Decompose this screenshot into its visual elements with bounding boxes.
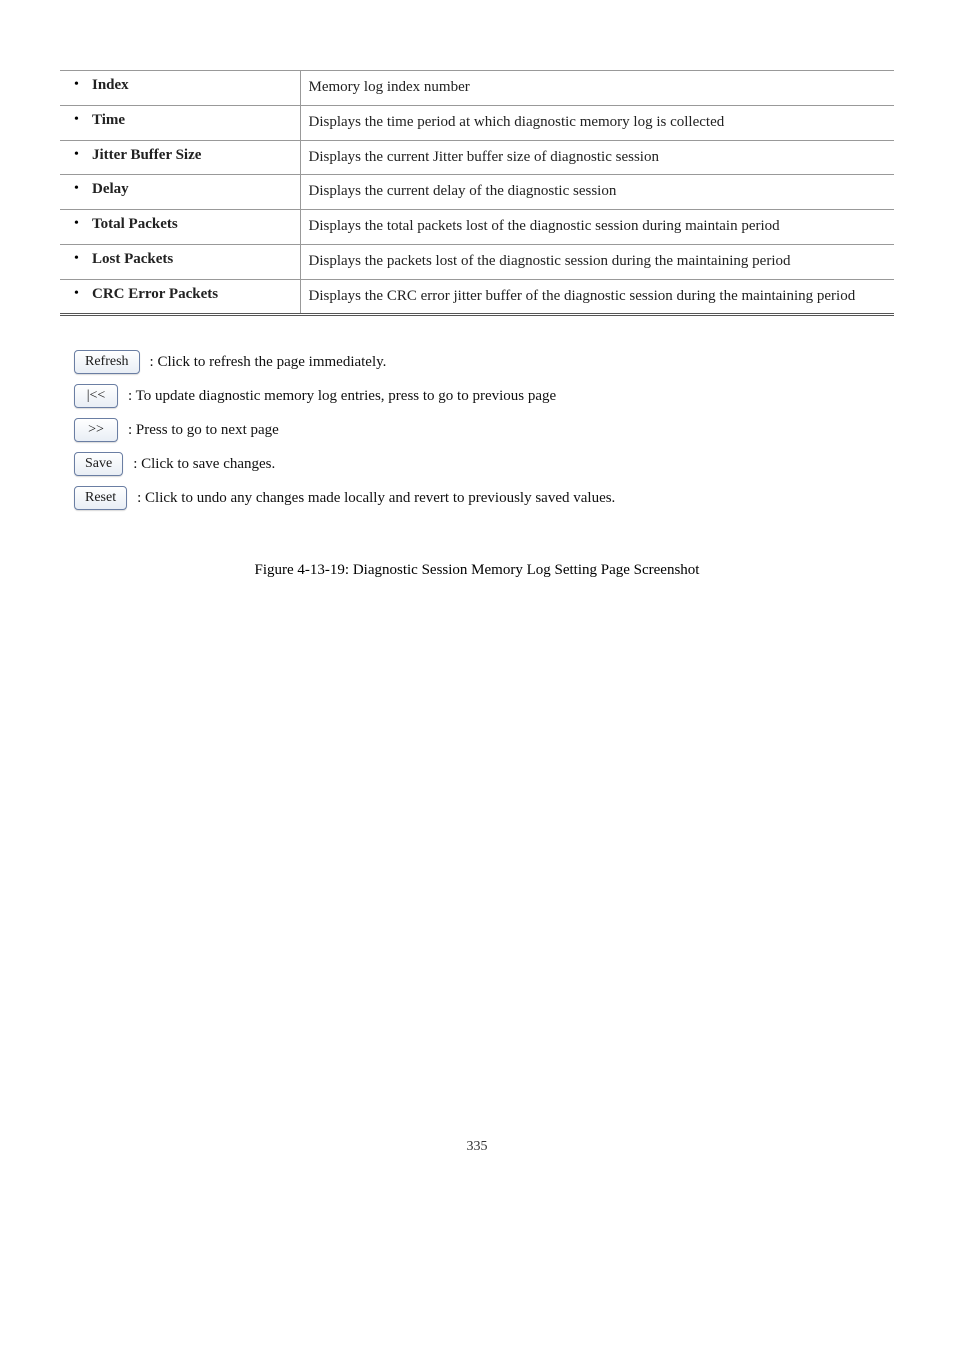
save-caption: : Click to save changes.: [133, 456, 275, 473]
prev-caption: : To update diagnostic memory log entrie…: [128, 388, 556, 405]
figure-caption: Figure 4-13-19: Diagnostic Session Memor…: [60, 562, 894, 579]
term-desc: Displays the total packets lost of the d…: [300, 210, 894, 245]
table-row: Delay Displays the current delay of the …: [60, 175, 894, 210]
prev-page-button[interactable]: |<<: [74, 384, 118, 408]
table-row: Jitter Buffer Size Displays the current …: [60, 140, 894, 175]
reset-caption: : Click to undo any changes made locally…: [137, 490, 615, 507]
term-label: Delay: [92, 181, 129, 197]
definition-table: Index Memory log index number Time Displ…: [60, 70, 894, 316]
table-row: Time Displays the time period at which d…: [60, 105, 894, 140]
table-row: Index Memory log index number: [60, 71, 894, 106]
next-page-button[interactable]: >>: [74, 418, 118, 442]
term-label: Lost Packets: [92, 251, 173, 267]
buttons-block: Refresh : Click to refresh the page imme…: [74, 350, 894, 510]
term-desc: Displays the time period at which diagno…: [300, 105, 894, 140]
term-desc: Memory log index number: [300, 71, 894, 106]
term-desc: Displays the current Jitter buffer size …: [300, 140, 894, 175]
term-label: Total Packets: [92, 216, 178, 232]
save-button[interactable]: Save: [74, 452, 123, 476]
page-number: 335: [60, 1139, 894, 1155]
term-desc: Displays the current delay of the diagno…: [300, 175, 894, 210]
term-desc: Displays the CRC error jitter buffer of …: [300, 279, 894, 315]
refresh-caption: : Click to refresh the page immediately.: [150, 354, 387, 371]
term-label: Time: [92, 112, 125, 128]
refresh-button[interactable]: Refresh: [74, 350, 140, 374]
term-label: Jitter Buffer Size: [92, 147, 201, 163]
table-row: Total Packets Displays the total packets…: [60, 210, 894, 245]
term-label: Index: [92, 77, 129, 93]
reset-button[interactable]: Reset: [74, 486, 127, 510]
term-desc: Displays the packets lost of the diagnos…: [300, 244, 894, 279]
table-row: Lost Packets Displays the packets lost o…: [60, 244, 894, 279]
table-row: CRC Error Packets Displays the CRC error…: [60, 279, 894, 315]
next-caption: : Press to go to next page: [128, 422, 279, 439]
term-label: CRC Error Packets: [92, 286, 218, 302]
